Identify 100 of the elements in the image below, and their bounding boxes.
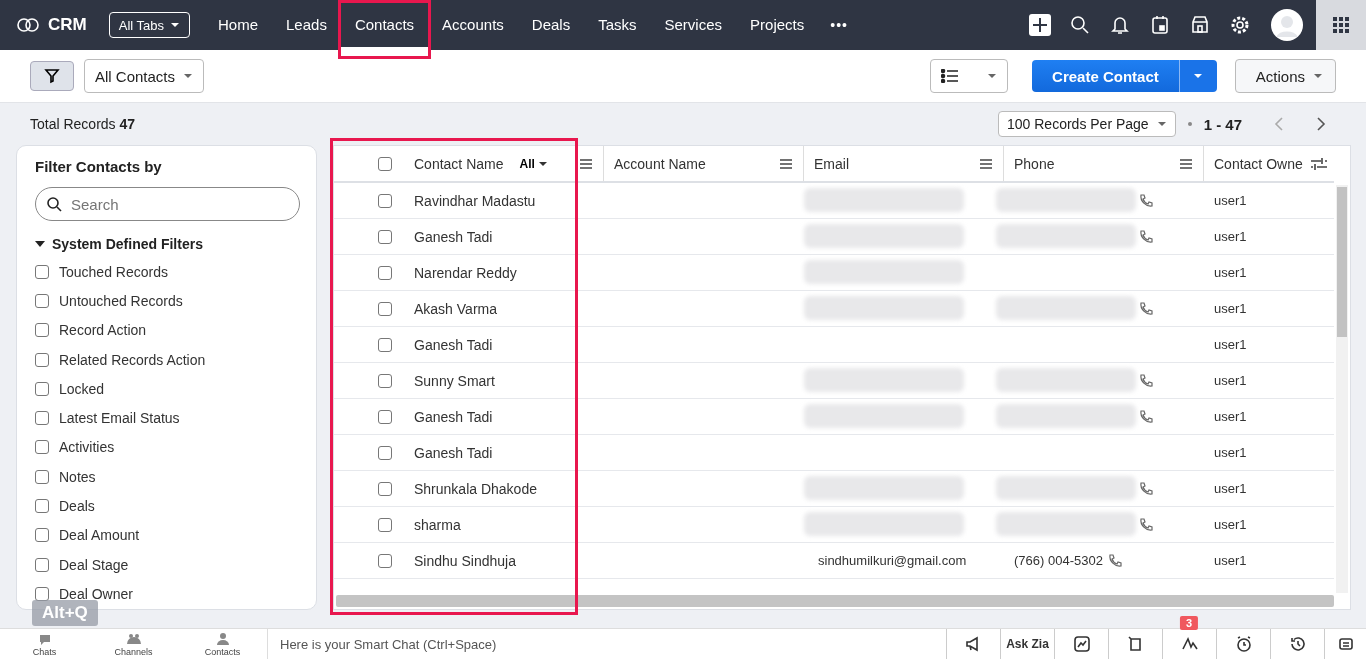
- app-grid-button[interactable]: [1316, 0, 1366, 50]
- phone-icon[interactable]: [1138, 300, 1154, 317]
- contact-name[interactable]: Sindhu Sindhuja: [414, 552, 516, 569]
- checkbox[interactable]: [378, 337, 392, 352]
- filter-option[interactable]: Deal Stage: [59, 556, 129, 573]
- checkbox[interactable]: [378, 301, 392, 316]
- checkbox[interactable]: [35, 499, 49, 513]
- checkbox[interactable]: [35, 323, 49, 338]
- column-header[interactable]: Account Name: [614, 155, 706, 172]
- avatar-icon[interactable]: [1270, 8, 1304, 42]
- chart-icon[interactable]: [1072, 635, 1091, 653]
- email-address[interactable]: sindhumilkuri@gmail.com: [818, 553, 967, 568]
- contact-name[interactable]: Ganesh Tadi: [414, 336, 493, 353]
- actions-button[interactable]: Actions: [1234, 59, 1336, 93]
- rings-logo-icon[interactable]: [16, 17, 40, 33]
- filter-option[interactable]: Deal Amount: [59, 527, 140, 544]
- horizontal-scrollbar[interactable]: [336, 595, 1334, 607]
- nav-tab[interactable]: Tasks: [584, 0, 651, 50]
- checkbox[interactable]: [35, 528, 49, 543]
- column-menu-icon[interactable]: [579, 157, 593, 170]
- contact-name[interactable]: Shrunkala Dhakode: [414, 480, 537, 497]
- nav-tab[interactable]: Projects: [736, 0, 819, 50]
- filter-option[interactable]: Latest Email Status: [59, 410, 180, 427]
- checkbox[interactable]: [378, 553, 392, 568]
- next-page-icon[interactable]: [1316, 117, 1326, 131]
- phone-icon[interactable]: [1106, 552, 1123, 569]
- checkbox[interactable]: [35, 469, 49, 484]
- view-dropdown[interactable]: All Contacts: [84, 59, 205, 93]
- column-header[interactable]: Email: [814, 155, 849, 172]
- contact-name[interactable]: Ravindhar Madastu: [414, 192, 536, 209]
- filter-option[interactable]: Related Records Action: [59, 351, 206, 368]
- nav-tab[interactable]: Services: [650, 0, 737, 50]
- create-contact-button[interactable]: Create Contact: [1032, 60, 1179, 92]
- checkbox[interactable]: [35, 440, 49, 455]
- contact-name[interactable]: Akash Varma: [414, 300, 497, 317]
- phone-icon[interactable]: [1138, 372, 1154, 389]
- column-header[interactable]: Contact Name: [414, 155, 504, 172]
- name-filter-dropdown[interactable]: All: [515, 156, 552, 171]
- nav-tab[interactable]: Home: [204, 0, 273, 50]
- checkbox[interactable]: [35, 293, 49, 308]
- select-all-checkbox[interactable]: [378, 156, 392, 171]
- nav-tab[interactable]: Contacts: [340, 0, 429, 50]
- list-view-dropdown[interactable]: [930, 59, 1009, 93]
- contact-name[interactable]: sharma: [414, 516, 461, 533]
- checkbox[interactable]: [378, 373, 392, 388]
- nav-tab[interactable]: Leads: [272, 0, 341, 50]
- checkbox[interactable]: [35, 352, 49, 367]
- nav-tab[interactable]: Deals: [517, 0, 585, 50]
- filter-option[interactable]: Deals: [59, 498, 95, 514]
- checkbox[interactable]: [35, 586, 49, 601]
- column-menu-icon[interactable]: [779, 157, 793, 170]
- contact-name[interactable]: Ganesh Tadi: [414, 444, 493, 461]
- chat-nav-item[interactable]: Contacts: [178, 629, 267, 659]
- phone-icon[interactable]: [1138, 192, 1154, 209]
- add-icon[interactable]: [1028, 13, 1052, 37]
- phone-icon[interactable]: [1138, 228, 1154, 245]
- phone-icon[interactable]: [1138, 408, 1154, 425]
- checkbox[interactable]: [35, 557, 49, 572]
- alarm-icon[interactable]: [1234, 635, 1253, 653]
- caret-icon[interactable]: [170, 22, 180, 28]
- chat-nav-item[interactable]: Chats: [0, 629, 89, 659]
- contact-name[interactable]: Sunny Smart: [414, 372, 495, 389]
- checkbox[interactable]: [35, 381, 49, 396]
- chat-nav-item[interactable]: Channels: [89, 629, 178, 659]
- records-per-page-dropdown[interactable]: 100 Records Per Page: [998, 111, 1176, 137]
- filter-option[interactable]: Untouched Records: [59, 292, 183, 309]
- filter-option[interactable]: Record Action: [59, 322, 147, 339]
- filter-option[interactable]: Touched Records: [59, 263, 168, 280]
- caret-icon[interactable]: [1156, 121, 1167, 127]
- checkbox[interactable]: [35, 264, 49, 279]
- more-tabs-button[interactable]: •••: [818, 17, 860, 33]
- checkbox[interactable]: [378, 229, 392, 244]
- checkbox[interactable]: [378, 409, 392, 424]
- caret-icon[interactable]: [1313, 73, 1323, 79]
- checkbox[interactable]: [378, 265, 392, 280]
- filter-option[interactable]: Deal Owner: [59, 585, 133, 602]
- caret-icon[interactable]: [183, 73, 194, 79]
- checkbox[interactable]: [378, 193, 392, 208]
- checkbox[interactable]: [35, 411, 49, 426]
- caret-icon[interactable]: [537, 160, 548, 167]
- contact-name[interactable]: Narendar Reddy: [414, 264, 517, 281]
- caret-icon[interactable]: [987, 73, 998, 79]
- filter-option[interactable]: Locked: [59, 380, 105, 397]
- column-header[interactable]: Phone: [1014, 155, 1055, 172]
- column-menu-icon[interactable]: [979, 157, 993, 170]
- checkbox[interactable]: [378, 517, 392, 532]
- contact-name[interactable]: Ganesh Tadi: [414, 408, 493, 425]
- filter-option[interactable]: Notes: [59, 468, 96, 485]
- column-header[interactable]: Contact Owne: [1214, 155, 1303, 172]
- chat-icon[interactable]: [1336, 635, 1355, 653]
- phone-icon[interactable]: [1138, 516, 1154, 533]
- all-tabs-button[interactable]: All Tabs: [108, 12, 190, 38]
- column-menu-icon[interactable]: [1179, 157, 1193, 170]
- filter-option[interactable]: Activities: [59, 439, 115, 456]
- ask-zia-button[interactable]: Ask Zia: [1000, 629, 1054, 659]
- checkbox[interactable]: [378, 445, 392, 460]
- contact-name[interactable]: Ganesh Tadi: [414, 228, 493, 245]
- collapse-caret-icon[interactable]: [35, 239, 45, 249]
- checkbox[interactable]: [378, 481, 392, 496]
- column-settings-icon[interactable]: [1310, 156, 1328, 171]
